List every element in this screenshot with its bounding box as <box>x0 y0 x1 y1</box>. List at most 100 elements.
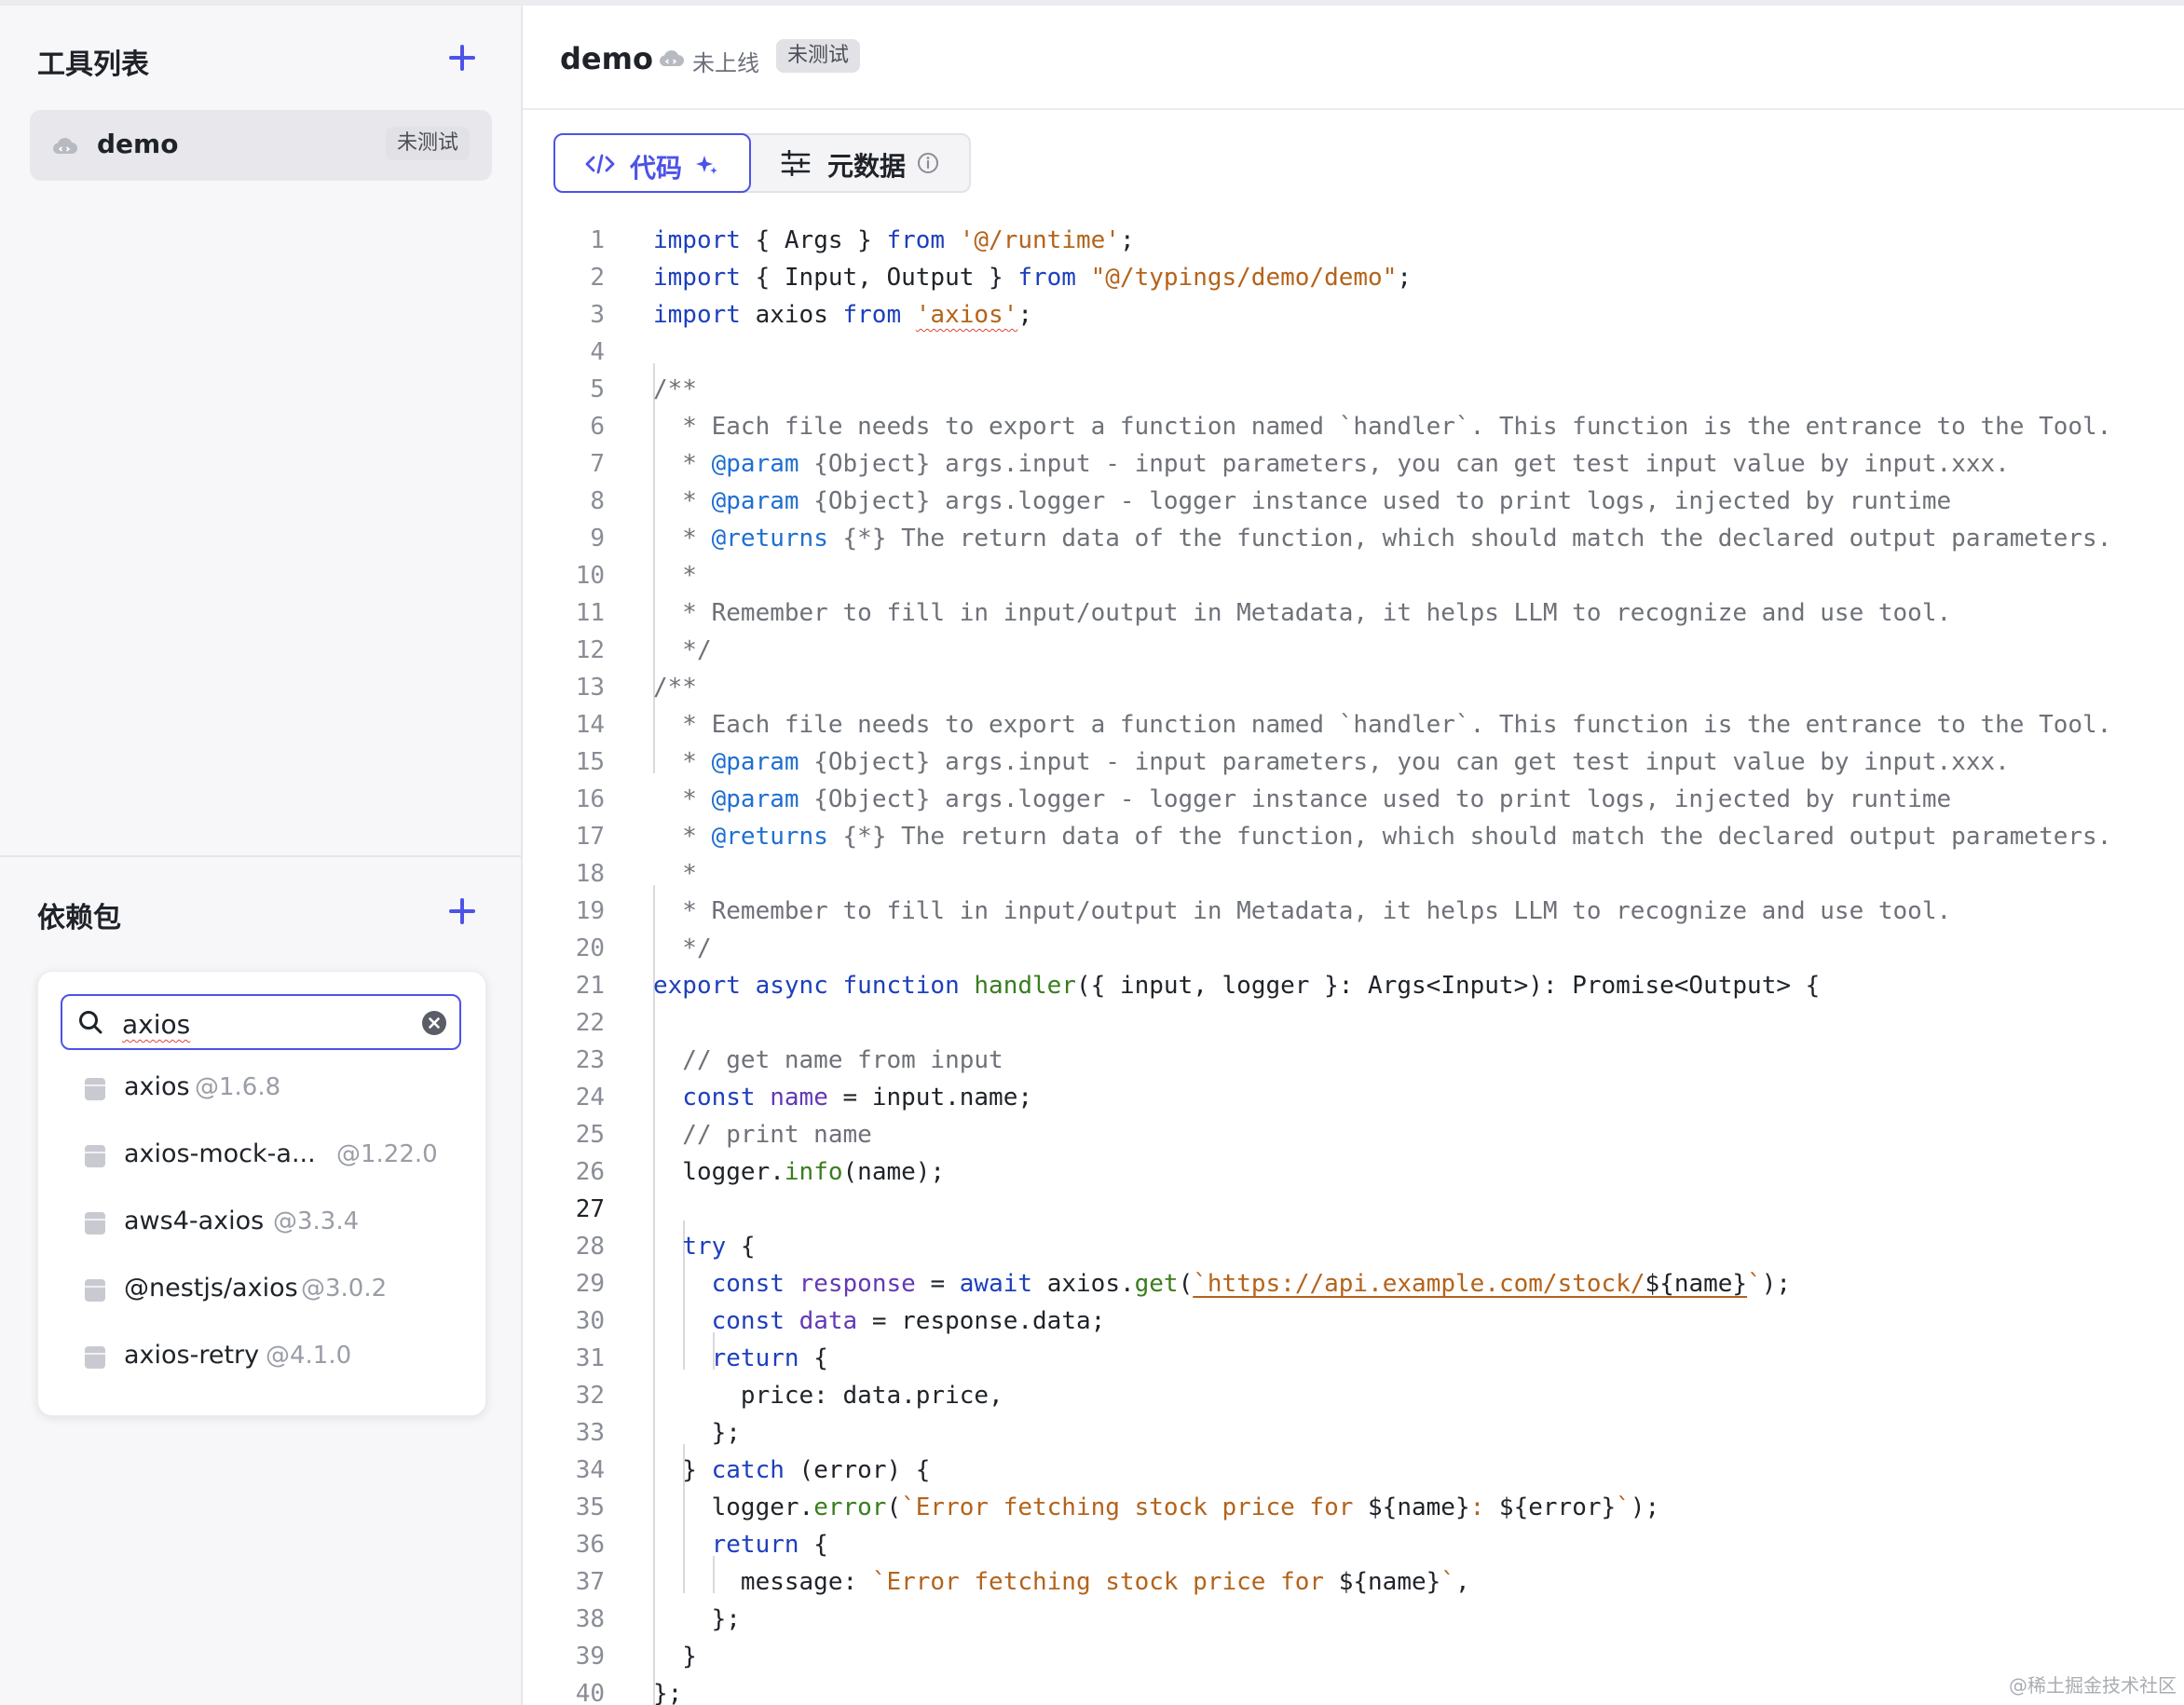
code-line[interactable]: 29 const response = await axios.get(`htt… <box>523 1265 2184 1303</box>
dependency-name: axios-mock-a... <box>124 1139 316 1168</box>
code-token: ${name} <box>1338 1568 1441 1596</box>
code-token: * <box>653 450 712 478</box>
dependency-item[interactable]: axios-retry @4.1.0 <box>38 1328 485 1387</box>
code-line[interactable]: 31 return { <box>523 1340 2184 1377</box>
code-line[interactable]: 25 // print name <box>523 1116 2184 1153</box>
code-line[interactable]: 16 * @param {Object} args.logger - logge… <box>523 781 2184 818</box>
main-header: demo 未上线 未测试 <box>523 6 2184 110</box>
code-line[interactable]: 30 const data = response.data; <box>523 1303 2184 1340</box>
line-number: 9 <box>590 525 605 552</box>
code-token: @param <box>711 450 799 478</box>
clear-icon[interactable] <box>422 1011 446 1035</box>
code-line[interactable]: 10 * <box>523 557 2184 594</box>
tab-code[interactable]: 代码 <box>553 133 751 193</box>
code-line[interactable]: 2 import { Input, Output } from "@/typing… <box>523 259 2184 296</box>
code-token: * <box>653 860 697 888</box>
code-text: import { Args } from '@/runtime'; <box>653 222 1135 259</box>
code-line[interactable]: 19 * Remember to fill in input/output in… <box>523 893 2184 930</box>
dependency-item[interactable]: axios-mock-a... @1.22.0 <box>38 1126 485 1186</box>
code-line[interactable]: 35 logger.error(`Error fetching stock pr… <box>523 1489 2184 1526</box>
code-token: = <box>915 1270 960 1298</box>
code-token: const <box>711 1270 785 1298</box>
code-line[interactable]: 5 /** <box>523 371 2184 408</box>
code-token: { Input, Output } <box>740 264 1018 292</box>
code-text: return { <box>653 1340 828 1377</box>
line-number: 2 <box>590 264 605 292</box>
code-editor[interactable]: 1 import { Args } from '@/runtime'; 2 impor… <box>523 214 2184 1705</box>
dependency-item[interactable]: aws4-axios @3.3.4 <box>38 1194 485 1253</box>
code-token: * Remember to fill in input/output in Me… <box>653 897 1952 925</box>
code-line[interactable]: 22 <box>523 1004 2184 1042</box>
code-text: }; <box>653 1601 741 1638</box>
code-text: export async function handler({ input, l… <box>653 967 1820 1004</box>
code-line[interactable]: 37 message: `Error fetching stock price … <box>523 1563 2184 1601</box>
line-number: 29 <box>575 1270 605 1298</box>
code-line[interactable]: 34 } catch (error) { <box>523 1452 2184 1489</box>
code-token: async <box>755 972 828 1000</box>
dependency-version: @1.6.8 <box>195 1073 281 1101</box>
info-icon[interactable] <box>917 152 939 174</box>
code-line[interactable]: 12 */ <box>523 632 2184 669</box>
code-line[interactable]: 17 * @returns {*} The return data of the… <box>523 818 2184 855</box>
code-text: }; <box>653 1414 741 1452</box>
code-line[interactable]: 14 * Each file needs to export a functio… <box>523 706 2184 743</box>
code-line[interactable]: 38 }; <box>523 1601 2184 1638</box>
code-line[interactable]: 4 <box>523 334 2184 371</box>
code-line[interactable]: 18 * <box>523 855 2184 893</box>
code-token: ` <box>1616 1494 1631 1521</box>
code-line[interactable]: 3 import axios from 'axios'; <box>523 296 2184 334</box>
code-line[interactable]: 26 logger.info(name); <box>523 1153 2184 1191</box>
line-number: 37 <box>575 1568 605 1596</box>
code-token: * Each file needs to export a function n… <box>653 711 2112 739</box>
dependency-item[interactable]: @nestjs/axios @3.0.2 <box>38 1261 485 1320</box>
code-line[interactable]: 15 * @param {Object} args.input - input … <box>523 743 2184 781</box>
code-line[interactable]: 7 * @param {Object} args.input - input p… <box>523 445 2184 483</box>
code-line[interactable]: 28 try { <box>523 1228 2184 1265</box>
code-line[interactable]: 11 * Remember to fill in input/output in… <box>523 594 2184 632</box>
dependency-search-input[interactable]: axios <box>61 994 461 1050</box>
tab-metadata[interactable]: 元数据 <box>751 133 971 193</box>
code-line[interactable]: 32 price: data.price, <box>523 1377 2184 1414</box>
code-token: = input.name; <box>827 1084 1033 1112</box>
code-text: logger.error(`Error fetching stock price… <box>653 1489 1660 1526</box>
code-line[interactable]: 24 const name = input.name; <box>523 1079 2184 1116</box>
line-number: 40 <box>575 1680 605 1705</box>
code-line[interactable]: 9 * @returns {*} The return data of the … <box>523 520 2184 557</box>
code-token: : <box>1469 1494 1499 1521</box>
code-token: return <box>711 1531 799 1559</box>
code-token: `https://api.example.com/stock/ <box>1193 1270 1645 1298</box>
code-token: {Object} args.logger - logger instance u… <box>799 487 1952 515</box>
package-icon <box>85 1346 105 1369</box>
code-line[interactable]: 23 // get name from input <box>523 1042 2184 1079</box>
code-line[interactable]: 8 * @param {Object} args.logger - logger… <box>523 483 2184 520</box>
code-line[interactable]: 21 export async function handler({ input,… <box>523 967 2184 1004</box>
code-text: const name = input.name; <box>653 1079 1032 1116</box>
add-dependency-button[interactable] <box>442 891 483 932</box>
code-line[interactable]: 36 return { <box>523 1526 2184 1563</box>
code-line[interactable]: 33 }; <box>523 1414 2184 1452</box>
code-line[interactable]: 27 <box>523 1191 2184 1228</box>
code-line[interactable]: 13 /** <box>523 669 2184 706</box>
code-token: * Each file needs to export a function n… <box>653 413 2112 441</box>
code-text: } <box>653 1638 697 1675</box>
tool-item-demo[interactable]: demo 未测试 <box>30 110 492 181</box>
line-number: 36 <box>575 1531 605 1559</box>
code-line[interactable]: 6 * Each file needs to export a function… <box>523 408 2184 445</box>
code-line[interactable]: 20 */ <box>523 930 2184 967</box>
dependencies-title: 依赖包 <box>37 902 121 934</box>
code-token: response <box>799 1270 916 1298</box>
code-line[interactable]: 1 import { Args } from '@/runtime'; <box>523 222 2184 259</box>
line-number: 12 <box>575 636 605 664</box>
add-tool-button[interactable] <box>442 37 483 78</box>
code-token: ; <box>1397 264 1413 292</box>
dependency-item[interactable]: axios @1.6.8 <box>38 1059 485 1119</box>
line-number: 21 <box>575 972 605 1000</box>
code-line[interactable]: 39 } <box>523 1638 2184 1675</box>
code-line[interactable]: 40}; <box>523 1675 2184 1705</box>
